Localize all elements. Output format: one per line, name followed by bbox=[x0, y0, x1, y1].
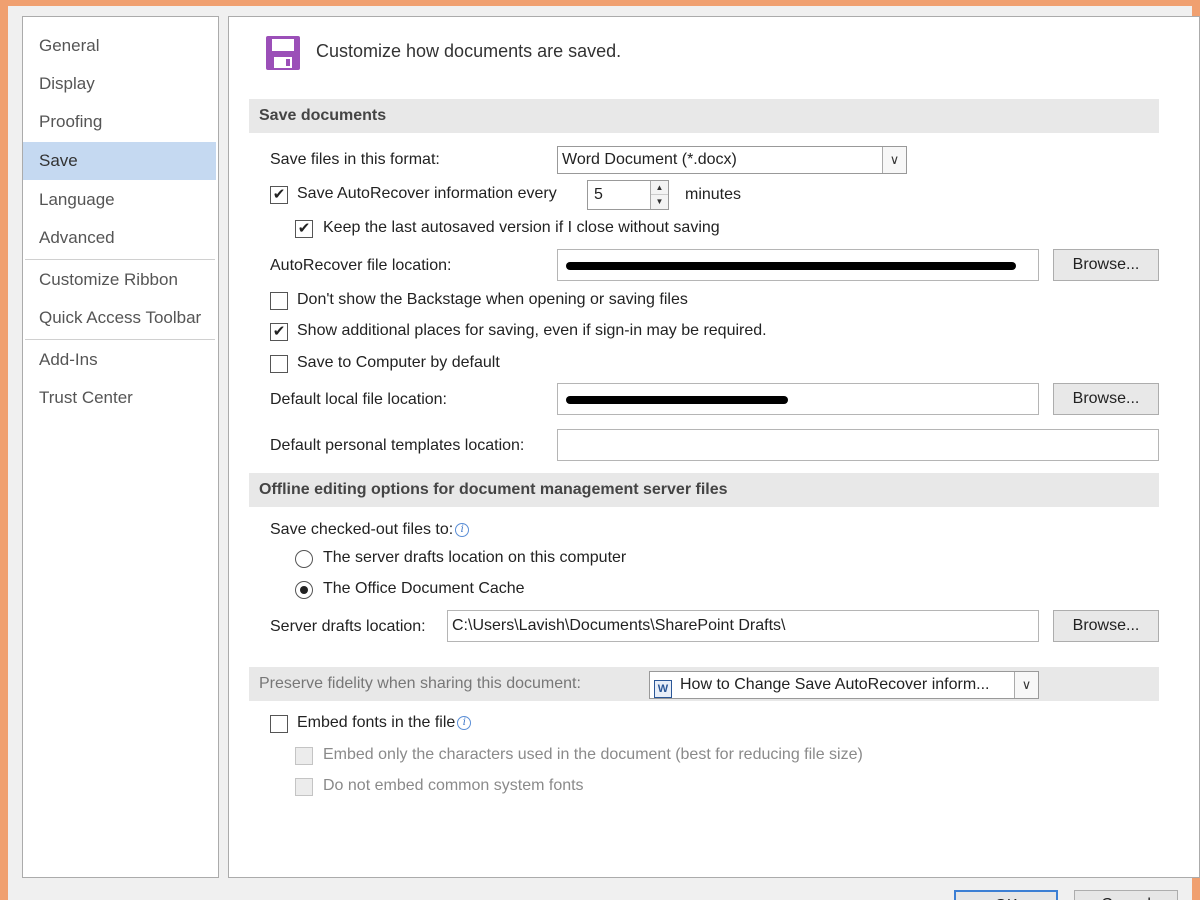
default-templates-label: Default personal templates location: bbox=[270, 437, 525, 454]
autorecover-label: Save AutoRecover information every bbox=[297, 185, 557, 202]
sidebar-divider bbox=[25, 339, 215, 340]
save-options-panel: Customize how documents are saved. Save … bbox=[228, 16, 1200, 878]
server-drafts-location-label: Server drafts location: bbox=[270, 618, 426, 635]
sidebar-divider bbox=[25, 259, 215, 260]
sidebar-item-general[interactable]: General bbox=[23, 27, 216, 65]
redacted-path bbox=[566, 396, 788, 404]
browse-autorecover-button[interactable]: Browse... bbox=[1053, 249, 1159, 281]
options-dialog: General Display Proofing Save Language A… bbox=[8, 6, 1200, 900]
save-to-computer-label: Save to Computer by default bbox=[297, 354, 500, 371]
sidebar-item-quick-access-toolbar[interactable]: Quick Access Toolbar bbox=[23, 299, 216, 337]
autorecover-location-input[interactable] bbox=[557, 249, 1039, 281]
format-select[interactable]: Word Document (*.docx) ∨ bbox=[557, 146, 907, 174]
embed-only-used-checkbox[interactable] bbox=[295, 747, 313, 765]
ok-button[interactable]: OK bbox=[954, 890, 1058, 900]
autorecover-location-label: AutoRecover file location: bbox=[270, 257, 452, 274]
default-local-location-label: Default local file location: bbox=[270, 391, 447, 408]
preserve-fidelity-label: Preserve fidelity when sharing this docu… bbox=[259, 675, 581, 692]
options-sidebar: General Display Proofing Save Language A… bbox=[22, 16, 219, 878]
checked-out-label-text: Save checked-out files to: bbox=[270, 521, 454, 538]
sidebar-item-display[interactable]: Display bbox=[23, 65, 216, 103]
section-offline-editing: Offline editing options for document man… bbox=[249, 473, 1159, 507]
spinner-down-icon[interactable]: ▼ bbox=[651, 195, 668, 209]
cancel-button[interactable]: Cancel bbox=[1074, 890, 1178, 900]
server-drafts-location-input[interactable]: C:\Users\Lavish\Documents\SharePoint Dra… bbox=[447, 610, 1039, 642]
floppy-disk-icon bbox=[266, 36, 300, 70]
autorecover-minutes-value: 5 bbox=[594, 186, 603, 203]
sidebar-item-save[interactable]: Save bbox=[23, 142, 216, 180]
embed-only-used-label: Embed only the characters used in the do… bbox=[323, 746, 863, 763]
format-select-value: Word Document (*.docx) bbox=[562, 151, 737, 168]
spinner-buttons: ▲ ▼ bbox=[650, 181, 668, 209]
do-not-embed-system-fonts-label: Do not embed common system fonts bbox=[323, 777, 584, 794]
office-document-cache-label: The Office Document Cache bbox=[323, 580, 525, 597]
browse-default-local-button[interactable]: Browse... bbox=[1053, 383, 1159, 415]
redacted-path bbox=[566, 262, 1016, 270]
embed-fonts-checkbox[interactable] bbox=[270, 715, 288, 733]
chevron-down-icon[interactable]: ∨ bbox=[1014, 672, 1038, 698]
spinner-up-icon[interactable]: ▲ bbox=[651, 181, 668, 195]
autorecover-minutes-spinner[interactable]: 5 ▲ ▼ bbox=[587, 180, 669, 210]
sidebar-item-language[interactable]: Language bbox=[23, 181, 216, 219]
fidelity-document-value: How to Change Save AutoRecover inform... bbox=[680, 676, 990, 693]
show-additional-places-label: Show additional places for saving, even … bbox=[297, 322, 767, 339]
sidebar-item-proofing[interactable]: Proofing bbox=[23, 103, 216, 141]
word-document-icon: W bbox=[654, 680, 672, 698]
info-icon: i bbox=[455, 523, 470, 537]
embed-fonts-label: Embed fonts in the file i bbox=[297, 714, 472, 732]
section-save-documents: Save documents bbox=[249, 99, 1159, 133]
do-not-embed-system-fonts-checkbox[interactable] bbox=[295, 778, 313, 796]
default-templates-input[interactable] bbox=[557, 429, 1159, 461]
chevron-down-icon[interactable]: ∨ bbox=[882, 147, 906, 173]
sidebar-item-add-ins[interactable]: Add-Ins bbox=[23, 341, 216, 379]
fidelity-document-select[interactable]: W How to Change Save AutoRecover inform..… bbox=[649, 671, 1039, 699]
minutes-label: minutes bbox=[685, 186, 742, 203]
sidebar-item-advanced[interactable]: Advanced bbox=[23, 219, 216, 257]
dont-show-backstage-label: Don't show the Backstage when opening or… bbox=[297, 291, 688, 308]
embed-fonts-label-text: Embed fonts in the file bbox=[297, 714, 456, 731]
autorecover-checkbox[interactable]: ✔ bbox=[270, 186, 288, 204]
browse-server-drafts-button[interactable]: Browse... bbox=[1053, 610, 1159, 642]
sidebar-item-customize-ribbon[interactable]: Customize Ribbon bbox=[23, 261, 216, 299]
server-drafts-option-label: The server drafts location on this compu… bbox=[323, 549, 627, 566]
default-local-location-input[interactable] bbox=[557, 383, 1039, 415]
checked-out-label: Save checked-out files to: i bbox=[270, 521, 470, 539]
keep-last-autosaved-label: Keep the last autosaved version if I clo… bbox=[323, 219, 720, 236]
info-icon: i bbox=[457, 716, 472, 730]
server-drafts-radio[interactable] bbox=[295, 550, 313, 568]
dont-show-backstage-checkbox[interactable] bbox=[270, 292, 288, 310]
keep-last-autosaved-checkbox[interactable]: ✔ bbox=[295, 220, 313, 238]
show-additional-places-checkbox[interactable]: ✔ bbox=[270, 323, 288, 341]
office-document-cache-radio[interactable] bbox=[295, 581, 313, 599]
page-title: Customize how documents are saved. bbox=[316, 41, 622, 61]
sidebar-item-trust-center[interactable]: Trust Center bbox=[23, 379, 216, 417]
format-label: Save files in this format: bbox=[270, 151, 440, 168]
save-to-computer-checkbox[interactable] bbox=[270, 355, 288, 373]
